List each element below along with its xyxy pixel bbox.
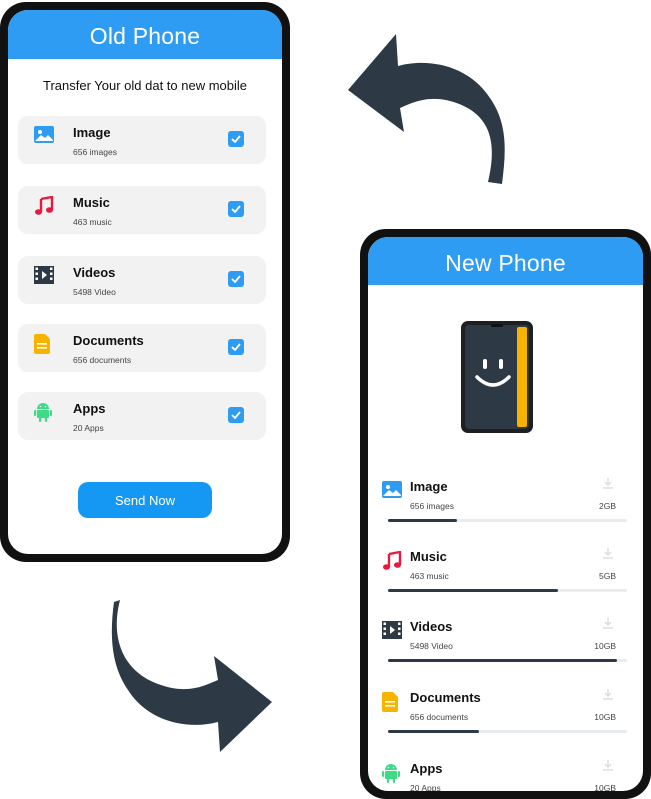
item-title: Apps bbox=[410, 761, 443, 776]
download-icon[interactable] bbox=[602, 758, 614, 771]
progress-track bbox=[388, 659, 627, 662]
music-icon bbox=[382, 550, 402, 571]
send-now-button[interactable]: Send Now bbox=[78, 482, 212, 518]
download-icon[interactable] bbox=[602, 546, 614, 559]
item-title: Documents bbox=[410, 690, 481, 705]
image-checkbox[interactable] bbox=[228, 131, 244, 147]
item-count: 656 documents bbox=[73, 355, 132, 365]
android-icon bbox=[34, 402, 54, 422]
new-item-music[interactable]: Music 463 music 5GB bbox=[368, 539, 643, 607]
item-count: 5498 Video bbox=[73, 287, 116, 297]
item-count: 5498 Video bbox=[410, 641, 453, 651]
document-icon bbox=[34, 334, 54, 354]
item-title: Videos bbox=[410, 619, 453, 634]
item-count: 656 images bbox=[73, 147, 117, 157]
item-size: 10GB bbox=[594, 641, 616, 651]
item-count: 656 documents bbox=[410, 712, 469, 722]
old-phone: Old Phone Transfer Your old dat to new m… bbox=[0, 2, 290, 562]
documents-checkbox[interactable] bbox=[228, 339, 244, 355]
video-icon bbox=[382, 621, 402, 641]
old-item-image[interactable]: Image 656 images bbox=[18, 116, 266, 164]
old-item-music[interactable]: Music 463 music bbox=[18, 186, 266, 234]
item-size: 10GB bbox=[594, 783, 616, 791]
item-title: Apps bbox=[73, 401, 106, 416]
item-title: Image bbox=[410, 479, 448, 494]
item-count: 463 music bbox=[73, 217, 112, 227]
progress-track bbox=[388, 519, 627, 522]
item-title: Image bbox=[73, 125, 111, 140]
progress-fill bbox=[388, 659, 618, 662]
document-icon bbox=[382, 692, 402, 712]
item-size: 5GB bbox=[598, 571, 616, 581]
item-title: Music bbox=[410, 549, 447, 564]
download-icon[interactable] bbox=[602, 476, 614, 489]
transfer-subtitle: Transfer Your old dat to new mobile bbox=[42, 78, 248, 93]
item-count: 463 music bbox=[410, 571, 449, 581]
new-phone-title: New Phone bbox=[368, 237, 643, 285]
old-phone-screen: Old Phone Transfer Your old dat to new m… bbox=[8, 10, 282, 554]
smiling-phone-icon bbox=[461, 321, 539, 440]
download-icon[interactable] bbox=[602, 616, 614, 629]
music-icon bbox=[34, 195, 54, 216]
new-item-apps[interactable]: Apps 20 Apps 10GB bbox=[368, 751, 643, 791]
android-icon bbox=[382, 763, 402, 783]
transfer-forward-arrow-icon bbox=[111, 600, 272, 752]
item-title: Documents bbox=[73, 333, 144, 348]
download-icon[interactable] bbox=[602, 687, 614, 700]
item-size: 2GB bbox=[598, 501, 616, 511]
image-icon bbox=[34, 126, 54, 146]
old-item-videos[interactable]: Videos 5498 Video bbox=[18, 256, 266, 304]
new-phone: New Phone Image 656 images 2GB Music 463… bbox=[360, 229, 651, 799]
music-checkbox[interactable] bbox=[228, 201, 244, 217]
new-item-documents[interactable]: Documents 656 documents 10GB bbox=[368, 680, 643, 748]
item-count: 656 images bbox=[410, 501, 454, 511]
videos-checkbox[interactable] bbox=[228, 271, 244, 287]
apps-checkbox[interactable] bbox=[228, 407, 244, 423]
old-item-documents[interactable]: Documents 656 documents bbox=[18, 324, 266, 372]
video-icon bbox=[34, 266, 54, 286]
progress-track bbox=[388, 589, 627, 592]
item-size: 10GB bbox=[594, 712, 616, 722]
item-title: Music bbox=[73, 195, 110, 210]
progress-fill bbox=[388, 519, 458, 522]
item-count: 20 Apps bbox=[410, 783, 441, 791]
item-title: Videos bbox=[73, 265, 116, 280]
progress-track bbox=[388, 730, 627, 733]
progress-fill bbox=[388, 589, 558, 592]
item-count: 20 Apps bbox=[73, 423, 104, 433]
old-item-apps[interactable]: Apps 20 Apps bbox=[18, 392, 266, 440]
progress-fill bbox=[388, 730, 479, 733]
transfer-back-arrow-icon bbox=[348, 34, 505, 184]
new-item-image[interactable]: Image 656 images 2GB bbox=[368, 469, 643, 537]
old-phone-title: Old Phone bbox=[8, 10, 282, 59]
image-icon bbox=[382, 481, 402, 501]
new-phone-screen: New Phone Image 656 images 2GB Music 463… bbox=[368, 237, 643, 791]
new-item-videos[interactable]: Videos 5498 Video 10GB bbox=[368, 609, 643, 677]
